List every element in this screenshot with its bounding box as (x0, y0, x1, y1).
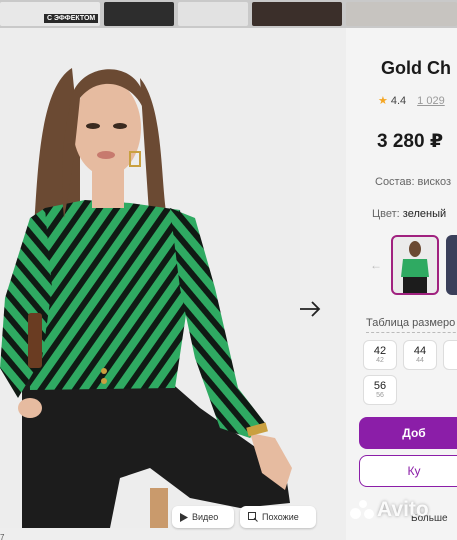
size-option-partial[interactable]: 4 4 (443, 340, 457, 370)
video-button[interactable]: Видео (172, 506, 234, 528)
product-price: 3 280 ₽ (377, 131, 444, 152)
product-gallery: Видео Похожие 7 (0, 28, 346, 540)
similar-button-label: Похожие (262, 512, 299, 522)
video-button-label: Видео (192, 512, 219, 522)
size-option-42[interactable]: 42 42 (363, 340, 397, 370)
buy-button[interactable]: Ку (359, 455, 457, 487)
star-icon: ★ (378, 95, 388, 107)
size-sub: 44 (416, 357, 424, 364)
size-main: 4 (444, 345, 457, 357)
thumbnail[interactable] (104, 2, 174, 26)
product-info-panel: Gold Ch ★ 4.4 1 029 3 280 ₽ Состав: виск… (346, 28, 457, 540)
color-value: зеленый (402, 208, 447, 220)
size-main: 42 (373, 345, 387, 357)
product-photo[interactable] (0, 28, 300, 528)
divider (366, 332, 457, 333)
composition-text: Состав: вискоз (375, 176, 452, 188)
add-to-cart-button[interactable]: Доб (359, 417, 457, 449)
thumbnail[interactable] (252, 2, 342, 26)
avito-watermark: Avito (350, 498, 429, 522)
arrow-right-icon (300, 301, 321, 317)
play-icon (180, 512, 188, 522)
size-main: 56 (373, 380, 387, 392)
color-option-green[interactable] (391, 235, 439, 295)
product-rating: ★ 4.4 1 029 (378, 94, 445, 108)
avito-logo-icon (350, 500, 374, 520)
similar-button[interactable]: Похожие (240, 506, 316, 528)
color-label: Цвет: зеленый (372, 208, 446, 220)
thumbnail-caption: С ЭФФЕКТОМ (44, 14, 99, 23)
color-thumbnail-image (401, 241, 429, 293)
search-similar-icon (248, 512, 258, 522)
rating-value: 4.4 (390, 94, 407, 107)
size-sub: 42 (376, 357, 384, 364)
thumbnail[interactable] (178, 2, 248, 26)
color-label-prefix: Цвет: (372, 208, 400, 220)
size-option-56[interactable]: 56 56 (363, 375, 397, 405)
watermark-text: Avito (377, 498, 429, 521)
size-main: 44 (413, 345, 427, 357)
size-sub: 56 (376, 392, 384, 399)
size-sub: 4 (444, 357, 457, 364)
size-table-link[interactable]: Таблица размеро (366, 317, 455, 329)
color-option-other[interactable] (446, 235, 457, 295)
prev-color-icon[interactable]: ← (370, 258, 382, 272)
page-counter: 7 (0, 533, 5, 540)
reviews-link[interactable]: 1 029 (417, 95, 445, 107)
thumbnail[interactable] (346, 2, 457, 26)
size-option-44[interactable]: 44 44 (403, 340, 437, 370)
next-image-button[interactable] (296, 298, 324, 320)
thumbnail-strip: С ЭФФЕКТОМ (0, 0, 457, 28)
product-title: Gold Ch (381, 58, 451, 78)
